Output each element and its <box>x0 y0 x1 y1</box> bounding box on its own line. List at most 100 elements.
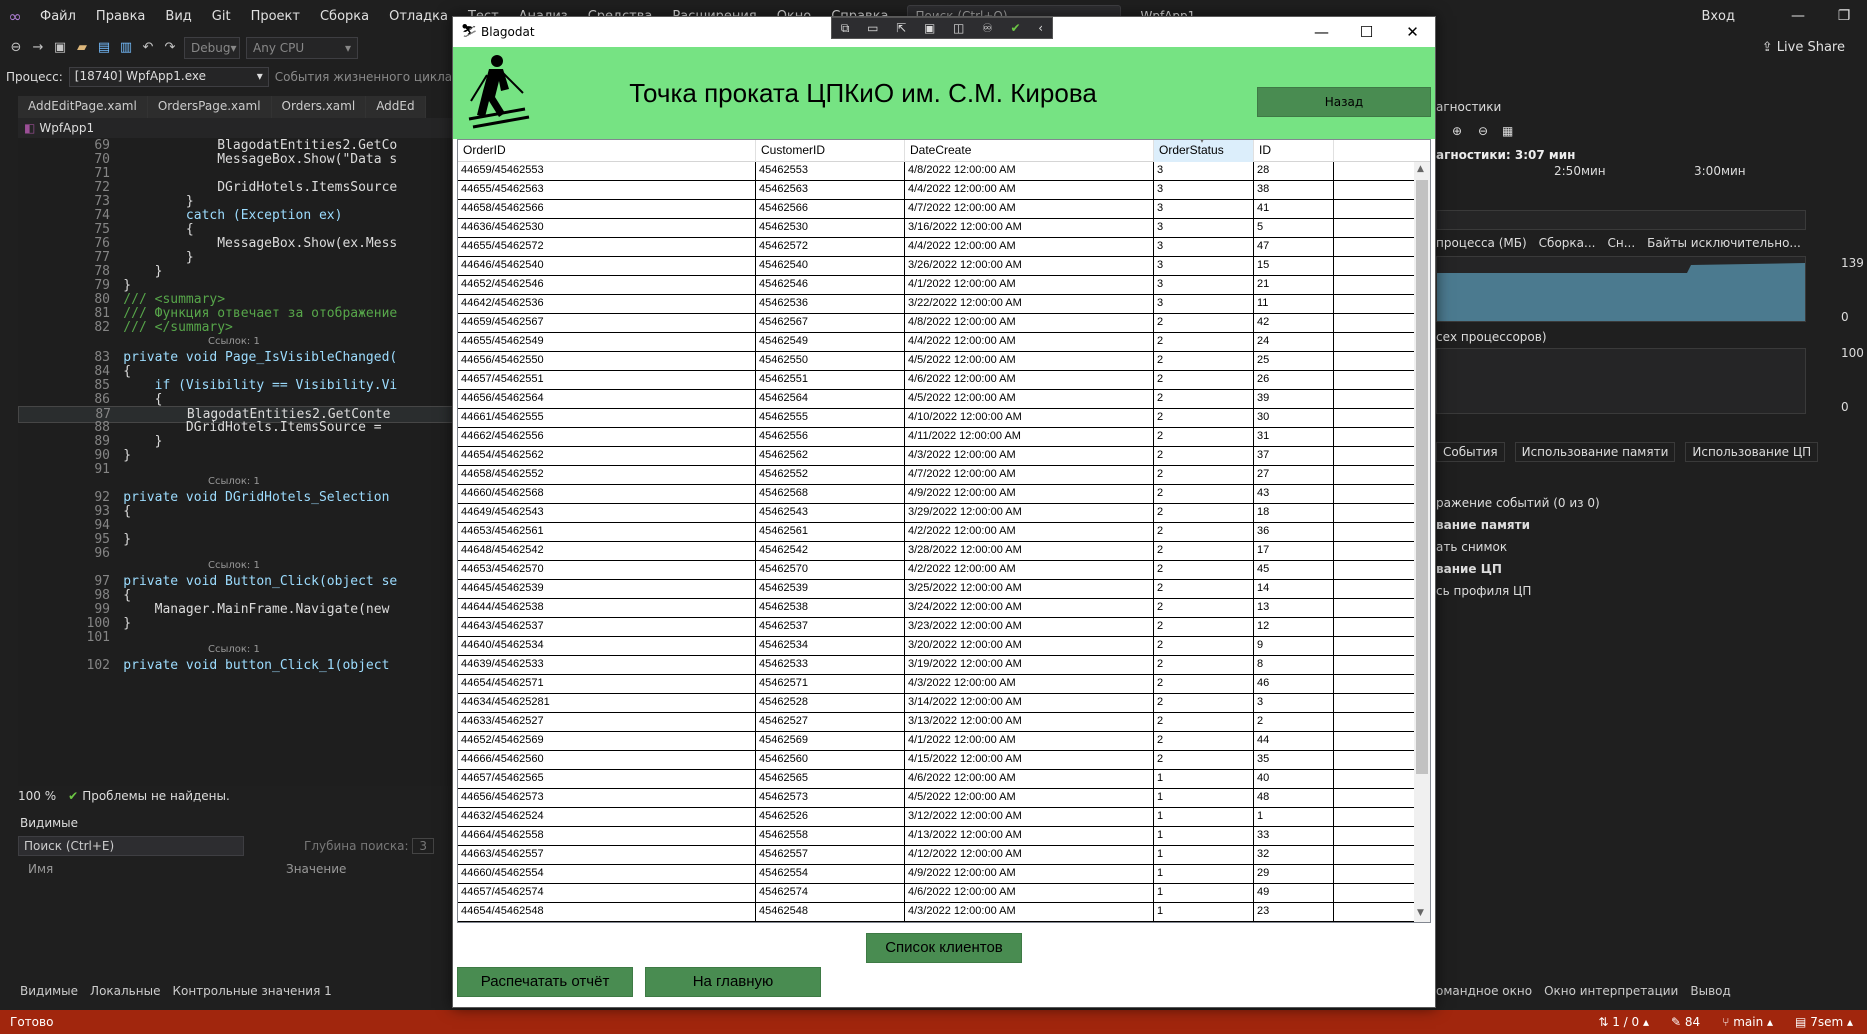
table-cell[interactable]: 44654/45462571 <box>458 675 756 693</box>
table-row[interactable]: 44659/45462567 45462567 4/8/2022 12:00:00 … <box>458 314 1414 333</box>
table-cell[interactable]: 45462528 <box>756 694 905 712</box>
table-cell[interactable]: 1 <box>1154 884 1254 902</box>
table-cell[interactable]: 44656/45462550 <box>458 352 756 370</box>
table-cell[interactable]: 4/4/2022 12:00:00 AM <box>905 181 1154 199</box>
new-project-icon[interactable]: ▣ <box>52 40 68 56</box>
table-cell[interactable]: 43 <box>1254 485 1334 503</box>
table-cell[interactable]: 1 <box>1154 865 1254 883</box>
output-tab[interactable]: Окно интерпретации <box>1544 984 1678 998</box>
output-tab[interactable]: омандное окно <box>1436 984 1532 998</box>
table-cell[interactable]: 44660/45462568 <box>458 485 756 503</box>
table-cell[interactable]: 45462548 <box>756 903 905 921</box>
table-cell[interactable]: 44648/45462542 <box>458 542 756 560</box>
lifecycle-events[interactable]: События жизненного цикла <box>275 70 452 84</box>
table-cell[interactable]: 3 <box>1154 219 1254 237</box>
table-cell[interactable]: 44661/45462555 <box>458 409 756 427</box>
table-cell[interactable]: 29 <box>1254 865 1334 883</box>
back-button[interactable]: Назад <box>1257 87 1431 117</box>
table-cell[interactable]: 4/5/2022 12:00:00 AM <box>905 352 1154 370</box>
table-row[interactable]: 44642/45462536 45462536 3/22/2022 12:00:00… <box>458 295 1414 314</box>
table-cell[interactable]: 2 <box>1154 333 1254 351</box>
scroll-thumb[interactable] <box>1416 180 1428 774</box>
table-cell[interactable]: 44644/45462538 <box>458 599 756 617</box>
table-cell[interactable]: 30 <box>1254 409 1334 427</box>
table-cell[interactable]: 45462569 <box>756 732 905 750</box>
select-element-icon[interactable]: ⇱ <box>896 21 906 35</box>
reset-view-icon[interactable]: ▦ <box>1502 124 1513 138</box>
table-cell[interactable]: 2 <box>1154 561 1254 579</box>
table-cell[interactable]: 49 <box>1254 884 1334 902</box>
table-cell[interactable]: 44657/45462551 <box>458 371 756 389</box>
table-cell[interactable]: 5 <box>1254 219 1334 237</box>
table-cell[interactable]: 3/20/2022 12:00:00 AM <box>905 637 1154 655</box>
table-cell[interactable]: 3 <box>1154 181 1254 199</box>
table-cell[interactable]: 3/24/2022 12:00:00 AM <box>905 599 1154 617</box>
table-cell[interactable]: 32 <box>1254 846 1334 864</box>
table-cell[interactable]: 44666/45462560 <box>458 751 756 769</box>
table-row[interactable]: 44633/45462527 45462527 3/13/2022 12:00:00… <box>458 713 1414 732</box>
diagnostics-item[interactable]: ать снимок <box>1436 540 1507 554</box>
table-cell[interactable]: 45462546 <box>756 276 905 294</box>
table-cell[interactable]: 44663/45462557 <box>458 846 756 864</box>
table-row[interactable]: 44644/45462538 45462538 3/24/2022 12:00:00… <box>458 599 1414 618</box>
table-row[interactable]: 44654/45462548 45462548 4/3/2022 12:00:00 … <box>458 903 1414 922</box>
table-cell[interactable]: 12 <box>1254 618 1334 636</box>
table-cell[interactable]: 45462568 <box>756 485 905 503</box>
table-cell[interactable]: 3/19/2022 12:00:00 AM <box>905 656 1154 674</box>
table-row[interactable]: 44640/45462534 45462534 3/20/2022 12:00:00… <box>458 637 1414 656</box>
table-cell[interactable]: 44656/45462573 <box>458 789 756 807</box>
table-row[interactable]: 44636/45462530 45462530 3/16/2022 12:00:00… <box>458 219 1414 238</box>
table-cell[interactable]: 1 <box>1154 827 1254 845</box>
menu-item[interactable]: Проект <box>241 9 310 24</box>
reference-hint[interactable]: Ссылок: 1 <box>208 560 260 571</box>
table-cell[interactable]: 3 <box>1154 200 1254 218</box>
table-cell[interactable]: 3/16/2022 12:00:00 AM <box>905 219 1154 237</box>
table-cell[interactable]: 4/12/2022 12:00:00 AM <box>905 846 1154 864</box>
table-cell[interactable]: 46 <box>1254 675 1334 693</box>
table-row[interactable]: 44662/45462556 45462556 4/11/2022 12:00:00… <box>458 428 1414 447</box>
table-cell[interactable]: 2 <box>1154 694 1254 712</box>
repo[interactable]: ▤ 7sem ▴ <box>1795 1015 1853 1029</box>
document-tab[interactable]: OrdersPage.xaml <box>147 96 272 118</box>
collapse-icon[interactable]: ‹ <box>1038 21 1043 35</box>
table-cell[interactable]: 41 <box>1254 200 1334 218</box>
table-cell[interactable]: 35 <box>1254 751 1334 769</box>
table-cell[interactable]: 36 <box>1254 523 1334 541</box>
undo-icon[interactable]: ↶ <box>140 40 156 56</box>
table-cell[interactable]: 4/15/2022 12:00:00 AM <box>905 751 1154 769</box>
table-cell[interactable]: 2 <box>1154 751 1254 769</box>
table-cell[interactable]: 45462551 <box>756 371 905 389</box>
wpf-close-icon[interactable]: ✕ <box>1390 17 1435 47</box>
table-cell[interactable]: 14 <box>1254 580 1334 598</box>
table-cell[interactable]: 3/12/2022 12:00:00 AM <box>905 808 1154 826</box>
menu-item[interactable]: Сборка <box>310 9 379 24</box>
search-depth-value[interactable]: 3 <box>412 838 434 854</box>
back-nav-icon[interactable]: ⊖ <box>8 40 24 56</box>
diagnostics-tab[interactable]: Использование ЦП <box>1685 442 1819 462</box>
table-cell[interactable]: 44652/45462569 <box>458 732 756 750</box>
table-cell[interactable]: 4/5/2022 12:00:00 AM <box>905 390 1154 408</box>
table-cell[interactable]: 45462562 <box>756 447 905 465</box>
table-cell[interactable]: 44652/45462546 <box>458 276 756 294</box>
table-cell[interactable]: 3 <box>1254 694 1334 712</box>
table-cell[interactable]: 2 <box>1154 352 1254 370</box>
table-cell[interactable]: 44657/45462574 <box>458 884 756 902</box>
table-cell[interactable]: 45462549 <box>756 333 905 351</box>
table-cell[interactable]: 2 <box>1154 656 1254 674</box>
table-cell[interactable]: 2 <box>1154 637 1254 655</box>
nav-project[interactable]: WpfApp1 <box>39 121 94 135</box>
table-cell[interactable]: 17 <box>1254 542 1334 560</box>
zoom-out-icon[interactable]: ⊖ <box>1478 124 1488 138</box>
diagnostics-item[interactable]: вание памяти <box>1436 518 1530 532</box>
table-row[interactable]: 44657/45462565 45462565 4/6/2022 12:00:00 … <box>458 770 1414 789</box>
table-cell[interactable]: 8 <box>1254 656 1334 674</box>
table-row[interactable]: 44658/45462552 45462552 4/7/2022 12:00:00 … <box>458 466 1414 485</box>
clients-list-button[interactable]: Список клиентов <box>866 933 1022 963</box>
table-cell[interactable]: 45462566 <box>756 200 905 218</box>
table-cell[interactable]: 45462560 <box>756 751 905 769</box>
wpf-minimize-icon[interactable]: — <box>1299 17 1344 47</box>
table-cell[interactable]: 44658/45462552 <box>458 466 756 484</box>
table-cell[interactable]: 44654/45462562 <box>458 447 756 465</box>
table-cell[interactable]: 45462526 <box>756 808 905 826</box>
table-cell[interactable]: 44 <box>1254 732 1334 750</box>
